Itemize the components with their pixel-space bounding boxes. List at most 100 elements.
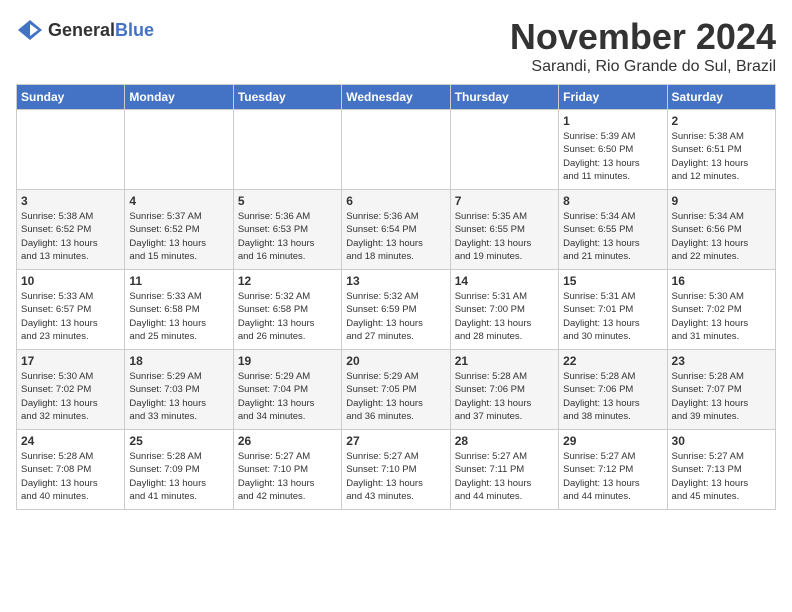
title-block: November 2024 Sarandi, Rio Grande do Sul… [510, 16, 776, 76]
day-number: 25 [129, 434, 228, 448]
day-number: 18 [129, 354, 228, 368]
day-info: Sunrise: 5:27 AM Sunset: 7:10 PM Dayligh… [238, 450, 337, 503]
header: GeneralBlue November 2024 Sarandi, Rio G… [16, 16, 776, 76]
day-info: Sunrise: 5:30 AM Sunset: 7:02 PM Dayligh… [672, 290, 771, 343]
day-number: 16 [672, 274, 771, 288]
day-number: 1 [563, 114, 662, 128]
day-info: Sunrise: 5:29 AM Sunset: 7:05 PM Dayligh… [346, 370, 445, 423]
day-number: 5 [238, 194, 337, 208]
day-info: Sunrise: 5:28 AM Sunset: 7:07 PM Dayligh… [672, 370, 771, 423]
calendar-week-2: 10 Sunrise: 5:33 AM Sunset: 6:57 PM Dayli… [17, 270, 776, 350]
day-info: Sunrise: 5:28 AM Sunset: 7:09 PM Dayligh… [129, 450, 228, 503]
calendar-cell: 19 Sunrise: 5:29 AM Sunset: 7:04 PM Dayli… [233, 350, 341, 430]
calendar-cell: 2 Sunrise: 5:38 AM Sunset: 6:51 PM Daylig… [667, 110, 775, 190]
logo: GeneralBlue [16, 16, 154, 44]
day-number: 30 [672, 434, 771, 448]
day-number: 3 [21, 194, 120, 208]
day-info: Sunrise: 5:34 AM Sunset: 6:56 PM Dayligh… [672, 210, 771, 263]
calendar-cell: 21Sunrise: 5:28 AM Sunset: 7:06 PM Dayli… [450, 350, 558, 430]
calendar-cell: 13Sunrise: 5:32 AM Sunset: 6:59 PM Dayli… [342, 270, 450, 350]
calendar-table: SundayMondayTuesdayWednesdayThursdayFrid… [16, 84, 776, 510]
day-info: Sunrise: 5:27 AM Sunset: 7:13 PM Dayligh… [672, 450, 771, 503]
weekday-header-monday: Monday [125, 85, 233, 110]
day-number: 22 [563, 354, 662, 368]
calendar-cell: 26 Sunrise: 5:27 AM Sunset: 7:10 PM Dayli… [233, 430, 341, 510]
logo-blue: Blue [115, 20, 154, 40]
day-info: Sunrise: 5:35 AM Sunset: 6:55 PM Dayligh… [455, 210, 554, 263]
day-info: Sunrise: 5:34 AM Sunset: 6:55 PM Dayligh… [563, 210, 662, 263]
calendar-cell: 24 Sunrise: 5:28 AM Sunset: 7:08 PM Dayli… [17, 430, 125, 510]
day-number: 2 [672, 114, 771, 128]
day-number: 26 [238, 434, 337, 448]
calendar-cell [125, 110, 233, 190]
day-info: Sunrise: 5:28 AM Sunset: 7:08 PM Dayligh… [21, 450, 120, 503]
day-info: Sunrise: 5:29 AM Sunset: 7:03 PM Dayligh… [129, 370, 228, 423]
day-info: Sunrise: 5:31 AM Sunset: 7:00 PM Dayligh… [455, 290, 554, 343]
day-info: Sunrise: 5:31 AM Sunset: 7:01 PM Dayligh… [563, 290, 662, 343]
calendar-cell [342, 110, 450, 190]
logo-general: General [48, 20, 115, 40]
day-info: Sunrise: 5:27 AM Sunset: 7:11 PM Dayligh… [455, 450, 554, 503]
weekday-header-sunday: Sunday [17, 85, 125, 110]
calendar-week-0: 1 Sunrise: 5:39 AM Sunset: 6:50 PM Daylig… [17, 110, 776, 190]
day-info: Sunrise: 5:36 AM Sunset: 6:53 PM Dayligh… [238, 210, 337, 263]
calendar-week-1: 3Sunrise: 5:38 AM Sunset: 6:52 PM Daylig… [17, 190, 776, 270]
day-info: Sunrise: 5:27 AM Sunset: 7:10 PM Dayligh… [346, 450, 445, 503]
day-number: 21 [455, 354, 554, 368]
day-number: 4 [129, 194, 228, 208]
calendar-cell: 27 Sunrise: 5:27 AM Sunset: 7:10 PM Dayli… [342, 430, 450, 510]
calendar-cell: 23Sunrise: 5:28 AM Sunset: 7:07 PM Dayli… [667, 350, 775, 430]
calendar-cell: 11 Sunrise: 5:33 AM Sunset: 6:58 PM Dayli… [125, 270, 233, 350]
calendar-cell [450, 110, 558, 190]
calendar-cell: 25 Sunrise: 5:28 AM Sunset: 7:09 PM Dayli… [125, 430, 233, 510]
calendar-cell [17, 110, 125, 190]
calendar-cell: 7 Sunrise: 5:35 AM Sunset: 6:55 PM Daylig… [450, 190, 558, 270]
day-number: 29 [563, 434, 662, 448]
month-title: November 2024 [510, 16, 776, 58]
day-number: 9 [672, 194, 771, 208]
calendar-body: 1 Sunrise: 5:39 AM Sunset: 6:50 PM Daylig… [17, 110, 776, 510]
calendar-week-3: 17Sunrise: 5:30 AM Sunset: 7:02 PM Dayli… [17, 350, 776, 430]
day-info: Sunrise: 5:33 AM Sunset: 6:58 PM Dayligh… [129, 290, 228, 343]
calendar-cell: 12 Sunrise: 5:32 AM Sunset: 6:58 PM Dayli… [233, 270, 341, 350]
weekday-header-tuesday: Tuesday [233, 85, 341, 110]
day-number: 11 [129, 274, 228, 288]
day-number: 27 [346, 434, 445, 448]
calendar-cell: 16 Sunrise: 5:30 AM Sunset: 7:02 PM Dayli… [667, 270, 775, 350]
calendar-cell: 17Sunrise: 5:30 AM Sunset: 7:02 PM Dayli… [17, 350, 125, 430]
calendar-cell: 8 Sunrise: 5:34 AM Sunset: 6:55 PM Daylig… [559, 190, 667, 270]
day-number: 17 [21, 354, 120, 368]
calendar-cell: 15Sunrise: 5:31 AM Sunset: 7:01 PM Dayli… [559, 270, 667, 350]
day-number: 24 [21, 434, 120, 448]
day-number: 19 [238, 354, 337, 368]
calendar-cell: 10 Sunrise: 5:33 AM Sunset: 6:57 PM Dayli… [17, 270, 125, 350]
day-info: Sunrise: 5:36 AM Sunset: 6:54 PM Dayligh… [346, 210, 445, 263]
weekday-header-friday: Friday [559, 85, 667, 110]
calendar-cell: 3Sunrise: 5:38 AM Sunset: 6:52 PM Daylig… [17, 190, 125, 270]
day-number: 8 [563, 194, 662, 208]
weekday-header-row: SundayMondayTuesdayWednesdayThursdayFrid… [17, 85, 776, 110]
weekday-header-wednesday: Wednesday [342, 85, 450, 110]
calendar-cell: 20 Sunrise: 5:29 AM Sunset: 7:05 PM Dayli… [342, 350, 450, 430]
day-info: Sunrise: 5:27 AM Sunset: 7:12 PM Dayligh… [563, 450, 662, 503]
location-title: Sarandi, Rio Grande do Sul, Brazil [510, 58, 776, 76]
day-number: 20 [346, 354, 445, 368]
day-number: 7 [455, 194, 554, 208]
calendar-cell: 9 Sunrise: 5:34 AM Sunset: 6:56 PM Daylig… [667, 190, 775, 270]
day-info: Sunrise: 5:38 AM Sunset: 6:51 PM Dayligh… [672, 130, 771, 183]
day-info: Sunrise: 5:32 AM Sunset: 6:58 PM Dayligh… [238, 290, 337, 343]
calendar-cell: 1 Sunrise: 5:39 AM Sunset: 6:50 PM Daylig… [559, 110, 667, 190]
day-number: 28 [455, 434, 554, 448]
calendar-cell: 14 Sunrise: 5:31 AM Sunset: 7:00 PM Dayli… [450, 270, 558, 350]
calendar-cell: 28 Sunrise: 5:27 AM Sunset: 7:11 PM Dayli… [450, 430, 558, 510]
calendar-cell [233, 110, 341, 190]
weekday-header-thursday: Thursday [450, 85, 558, 110]
day-info: Sunrise: 5:37 AM Sunset: 6:52 PM Dayligh… [129, 210, 228, 263]
day-number: 14 [455, 274, 554, 288]
day-info: Sunrise: 5:33 AM Sunset: 6:57 PM Dayligh… [21, 290, 120, 343]
day-number: 10 [21, 274, 120, 288]
day-number: 12 [238, 274, 337, 288]
day-info: Sunrise: 5:39 AM Sunset: 6:50 PM Dayligh… [563, 130, 662, 183]
calendar-cell: 5 Sunrise: 5:36 AM Sunset: 6:53 PM Daylig… [233, 190, 341, 270]
day-info: Sunrise: 5:29 AM Sunset: 7:04 PM Dayligh… [238, 370, 337, 423]
